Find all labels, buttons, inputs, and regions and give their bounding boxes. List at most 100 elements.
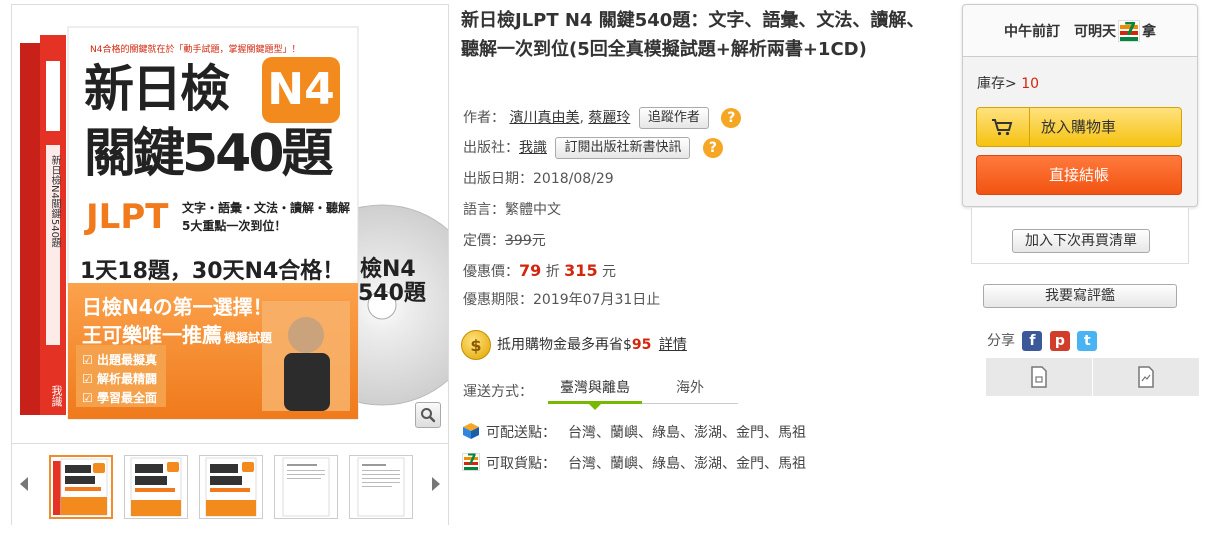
thumbnail-cover-icon <box>53 458 108 516</box>
add-to-cart-button[interactable]: 放入購物車 <box>976 107 1182 147</box>
stock-info: 庫存> 10 <box>977 73 1039 93</box>
coin-details-link[interactable]: 詳情 <box>659 337 687 353</box>
language-label: 語言： <box>463 202 505 218</box>
document-icon <box>1031 366 1047 388</box>
list-price-value: 399 <box>505 233 532 249</box>
coin-amount: 95 <box>631 337 652 353</box>
tab-taiwan-label: 臺灣與離島 <box>560 380 630 396</box>
cover-banner-recommend: 王可樂唯一推薦 <box>82 323 222 347</box>
delivery-label: 可配送點： <box>486 425 556 441</box>
cover-n4-badge: N4 <box>267 64 335 115</box>
pub-date-label: 出版日期： <box>463 171 533 187</box>
wishlist-box: 加入下次再買清單 <box>971 208 1189 264</box>
help-icon[interactable]: ? <box>721 108 742 128</box>
deadline-label: 優惠期限： <box>463 292 533 308</box>
thumbnail-4[interactable] <box>274 455 338 519</box>
share-bar: 分享 f p t <box>987 331 1098 351</box>
currency-unit: 元 <box>602 264 617 280</box>
stock-value: 10 <box>1021 76 1040 92</box>
list-price-row: 定價：399元 <box>463 230 546 252</box>
purchase-box: 中午前訂 可明天 7 拿 庫存> 10 放入購物車 直接結帳 <box>962 4 1198 207</box>
zoom-button[interactable] <box>415 402 441 428</box>
checklist-item: ☑ 出題最擬真 <box>82 353 157 367</box>
cover-checklist: ☑ 出題最擬真 ☑ 解析最精闢 ☑ 學習最全面 <box>82 351 157 408</box>
product-title: 新日檢JLPT N4 關鍵540題：文字、語彙、文法、讀解、聽解一次到位(5回全… <box>461 10 925 60</box>
cover-jlpt: JLPT <box>86 197 169 237</box>
publisher-row: 出版社：我識 訂閱出版社新書快訊 ? <box>463 137 723 159</box>
publisher-logo: 我識 <box>50 385 63 407</box>
thumbnail-cover-icon <box>205 457 257 517</box>
cover-banner-line1: 日檢N4の第一選擇！ <box>82 295 273 319</box>
spine-text: 新日檢N4關鍵540題 <box>49 155 60 248</box>
chevron-left-icon <box>20 477 28 491</box>
checkout-button[interactable]: 直接結帳 <box>976 155 1182 195</box>
coin-row: $ 抵用購物金最多再省$95 詳情 <box>461 329 687 361</box>
author-link-2[interactable]: 蔡麗玲 <box>588 110 630 126</box>
cover-banner-suffix: 模擬試題 <box>224 331 273 345</box>
cover-title-line1: 新日檢 <box>84 60 230 118</box>
coin-text: 抵用購物金最多再省$ <box>497 337 632 353</box>
help-icon[interactable]: ? <box>702 138 723 158</box>
twitter-share-icon[interactable]: t <box>1077 331 1098 351</box>
language-value: 繁體中文 <box>505 202 561 218</box>
magnifier-icon <box>421 408 436 423</box>
discount-unit: 折 <box>545 264 560 280</box>
delivery-box-icon <box>463 423 479 439</box>
author-link-1[interactable]: 濱川真由美 <box>509 110 579 126</box>
delivery-row: 可配送點： 台灣、蘭嶼、綠島、澎湖、金門、馬祖 <box>462 422 806 444</box>
thumbnail-next-button[interactable] <box>428 474 444 494</box>
cover-top-slogan: N4合格的關鍵就在於「動手試題，掌握關鍵題型」！ <box>90 45 301 55</box>
currency-unit: 元 <box>531 233 546 249</box>
checklist-item: ☑ 學習最全面 <box>82 391 157 405</box>
chevron-right-icon <box>432 477 440 491</box>
tab-taiwan[interactable]: 臺灣與離島 <box>548 376 642 410</box>
pickup-areas: 台灣、蘭嶼、綠島、澎湖、金門、馬祖 <box>568 456 806 472</box>
thumbnail-3[interactable] <box>199 455 263 519</box>
thumbnail-cover-icon <box>130 457 182 517</box>
banner-text-1: 中午前訂 <box>1004 23 1060 40</box>
document-icon <box>1138 366 1154 388</box>
follow-author-button[interactable]: 追蹤作者 <box>638 107 709 129</box>
product-image-panel: N4合格的關鍵就在於「動手試題，掌握關鍵題型」！ 新日檢 N4 關鍵540題 J… <box>11 4 483 525</box>
document-tab-1[interactable] <box>986 358 1092 396</box>
pub-date-value: 2018/08/29 <box>533 171 614 187</box>
book-cover-image[interactable]: N4合格的關鍵就在於「動手試題，掌握關鍵題型」！ 新日檢 N4 關鍵540題 J… <box>12 5 483 439</box>
seven-eleven-logo-icon: 7 <box>1118 19 1140 42</box>
cover-skills-line2: 5大重點一次到位！ <box>182 219 287 233</box>
author-separator: , <box>579 110 584 126</box>
pickup-row: 7 可取貨點： 台灣、蘭嶼、綠島、澎湖、金門、馬祖 <box>462 452 806 475</box>
add-to-wishlist-button[interactable]: 加入下次再買清單 <box>1012 229 1150 253</box>
tab-active-caret-icon <box>589 404 601 410</box>
list-price-label: 定價： <box>463 233 505 249</box>
button-divider <box>1029 108 1030 146</box>
language-row: 語言：繁體中文 <box>463 199 561 221</box>
add-to-cart-label: 放入購物車 <box>1041 118 1117 136</box>
sale-price-label: 優惠價： <box>463 264 519 280</box>
author-row: 作者： 濱川真由美, 蔡麗玲 追蹤作者 ? <box>463 107 742 129</box>
facebook-share-icon[interactable]: f <box>1022 331 1043 351</box>
pickup-label: 可取貨點： <box>486 456 556 472</box>
thumbnail-prev-button[interactable] <box>16 474 32 494</box>
shopping-cart-icon <box>992 119 1013 136</box>
write-review-button[interactable]: 我要寫評鑑 <box>983 284 1177 308</box>
document-tab-2[interactable] <box>1093 358 1199 396</box>
thumbnail-1[interactable] <box>49 455 113 519</box>
cover-title-line2: 關鍵540題 <box>84 124 334 184</box>
checklist-item: ☑ 解析最精闢 <box>82 372 157 386</box>
shipping-label: 運送方式： <box>463 384 533 400</box>
stock-label: 庫存> <box>977 76 1017 92</box>
subscribe-publisher-button[interactable]: 訂閱出版社新書快訊 <box>555 137 691 159</box>
tab-overseas[interactable]: 海外 <box>642 376 738 404</box>
banner-text-3: 拿 <box>1142 23 1156 40</box>
publisher-link[interactable]: 我識 <box>519 140 547 156</box>
thumbnail-5[interactable] <box>349 455 413 519</box>
thumbnail-page-icon <box>357 457 405 517</box>
banner-text-2: 可明天 <box>1074 23 1116 40</box>
plurk-share-icon[interactable]: p <box>1049 331 1070 351</box>
tab-overseas-label: 海外 <box>676 380 704 396</box>
pub-date-row: 出版日期：2018/08/29 <box>463 168 614 190</box>
seven-eleven-icon: 7 <box>462 452 480 471</box>
shipping-tabs: 臺灣與離島 海外 <box>548 376 738 410</box>
thumbnail-page-icon <box>282 457 330 517</box>
thumbnail-2[interactable] <box>124 455 188 519</box>
